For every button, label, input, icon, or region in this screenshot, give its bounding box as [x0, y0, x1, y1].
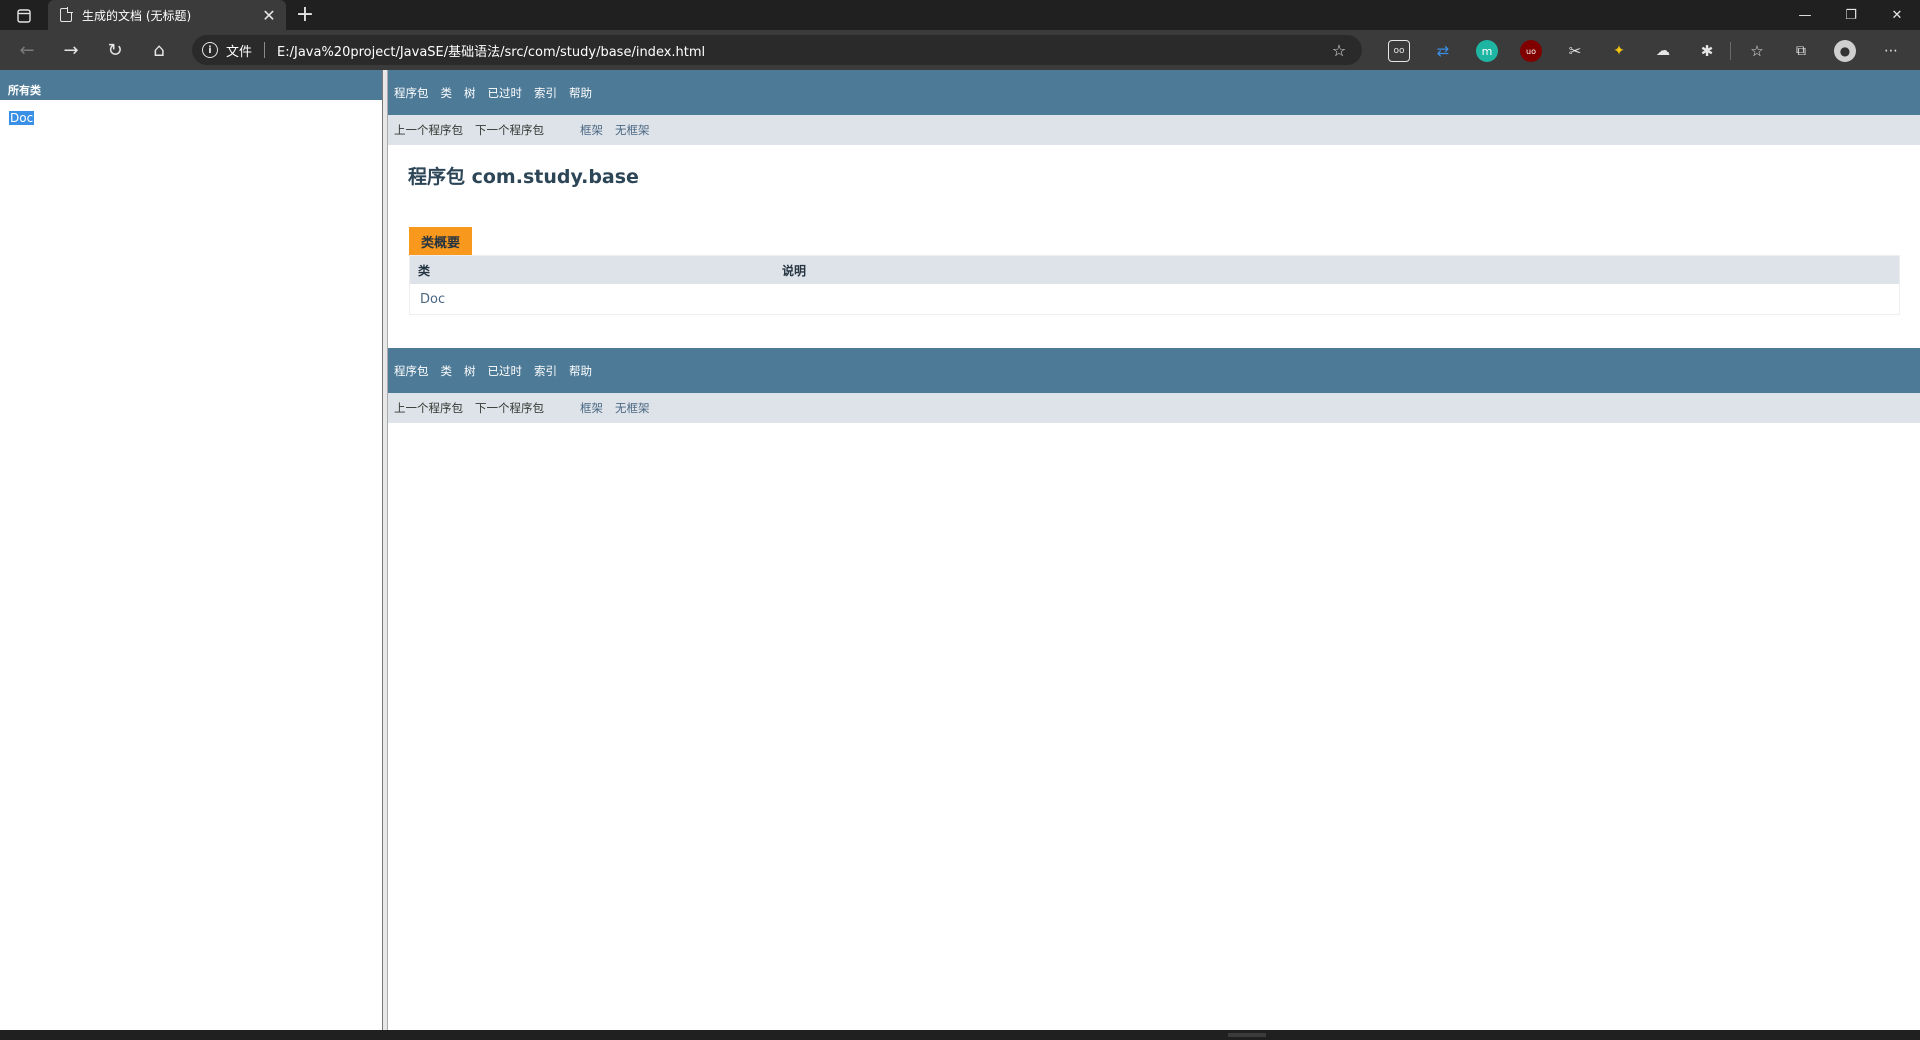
bottom-nav-deprecated[interactable]: 已过时 [488, 363, 523, 379]
window-close-icon[interactable]: ✕ [1874, 0, 1920, 30]
bottom-no-frames-link[interactable]: 无框架 [615, 400, 650, 416]
nav-deprecated[interactable]: 已过时 [488, 85, 523, 101]
refresh-icon[interactable]: ↻ [100, 36, 130, 64]
bottom-sub-nav-bar: 上一个程序包 下一个程序包 框架 无框架 [388, 393, 1920, 423]
class-link-doc-table[interactable]: Doc [410, 292, 782, 307]
nav-tree[interactable]: 树 [464, 85, 476, 101]
address-toolbar: ← → ↻ ⌂ i 文件 E:/Java%20project/JavaSE/基础… [0, 30, 1920, 70]
extension-5-icon[interactable]: ✂ [1564, 40, 1586, 62]
collections-icon[interactable]: ⧉ [1790, 40, 1812, 62]
star-add-icon[interactable]: ☆ [1330, 41, 1348, 60]
back-arrow-icon[interactable]: ← [12, 36, 42, 64]
nav-class: 类 [440, 85, 453, 100]
page-title: 程序包 com.study.base [408, 166, 639, 188]
table-header: 类 说明 [410, 256, 1899, 284]
extensions-icon[interactable]: ✱ [1696, 40, 1718, 62]
prev-package: 上一个程序包 [394, 123, 463, 137]
url-separator [264, 42, 266, 58]
favorites-icon[interactable]: ☆ [1746, 40, 1768, 62]
column-header-class: 类 [418, 263, 431, 278]
page-icon [60, 7, 73, 22]
table-row: Doc [410, 284, 1899, 314]
bottom-nav-class: 类 [440, 363, 453, 378]
nav-help[interactable]: 帮助 [569, 85, 592, 101]
bottom-next-package: 下一个程序包 [475, 401, 544, 415]
class-summary-table: 类 说明 Doc [409, 255, 1900, 315]
bottom-prev-package: 上一个程序包 [394, 401, 463, 415]
bottom-nav-help[interactable]: 帮助 [569, 363, 592, 379]
class-link-doc[interactable]: Doc [9, 111, 35, 125]
profile-avatar-icon[interactable]: ● [1834, 40, 1856, 62]
no-frames-link[interactable]: 无框架 [615, 122, 650, 138]
url-text[interactable]: E:/Java%20project/JavaSE/基础语法/src/com/st… [277, 41, 705, 60]
tab-title: 生成的文档 (无标题) [82, 8, 192, 23]
bottom-status-strip [0, 1030, 1920, 1040]
restore-icon[interactable]: ❐ [1828, 0, 1874, 30]
url-scheme-label: 文件 [226, 44, 253, 60]
extension-4-icon[interactable]: uo [1520, 40, 1542, 62]
extension-1-icon[interactable]: oo [1388, 40, 1410, 62]
url-box[interactable]: i 文件 E:/Java%20project/JavaSE/基础语法/src/c… [192, 35, 1362, 65]
minimize-icon[interactable]: — [1782, 0, 1828, 30]
all-classes-frame: 所有类 Doc [0, 70, 382, 1030]
next-package: 下一个程序包 [475, 123, 544, 137]
bottom-nav-bar: 程序包 类 树 已过时 索引 帮助 [388, 348, 1920, 393]
class-summary-caption: 类概要 [409, 227, 473, 255]
window-controls: — ❐ ✕ [1782, 0, 1920, 30]
extension-7-icon[interactable]: ☁ [1652, 40, 1674, 62]
info-icon[interactable]: i [202, 42, 218, 58]
column-header-description: 说明 [782, 263, 807, 278]
bottom-frames-link[interactable]: 框架 [580, 400, 603, 416]
nav-index[interactable]: 索引 [534, 85, 557, 101]
bottom-nav-index[interactable]: 索引 [534, 363, 557, 379]
bottom-nav-package: 程序包 [394, 363, 429, 378]
top-nav-bar: 程序包 类 树 已过时 索引 帮助 [388, 70, 1920, 115]
status-indicator [1228, 1033, 1266, 1037]
frames-link[interactable]: 框架 [580, 122, 603, 138]
browser-tab[interactable]: 生成的文档 (无标题) ✕ [48, 0, 286, 30]
page-viewport: 所有类 Doc 程序包 类 树 已过时 索引 帮助 上一个程序包 下一个程序包 … [0, 70, 1920, 1030]
close-icon[interactable]: ✕ [258, 4, 280, 26]
plus-icon[interactable]: + [293, 3, 317, 27]
nav-package: 程序包 [394, 85, 429, 100]
all-classes-header: 所有类 [0, 70, 382, 100]
extension-2-icon[interactable]: ⇄ [1432, 40, 1454, 62]
extension-6-icon[interactable]: ✦ [1608, 40, 1630, 62]
tab-actions-icon[interactable] [10, 6, 38, 26]
more-icon[interactable]: ⋯ [1880, 40, 1902, 62]
home-icon[interactable]: ⌂ [144, 36, 174, 64]
tab-bar: 生成的文档 (无标题) ✕ + — ❐ ✕ [0, 0, 1920, 30]
extension-3-icon[interactable]: m [1476, 40, 1498, 62]
package-frame: 程序包 类 树 已过时 索引 帮助 上一个程序包 下一个程序包 框架 无框架 程… [388, 70, 1920, 1030]
forward-arrow-icon[interactable]: → [56, 36, 86, 64]
sub-nav-bar: 上一个程序包 下一个程序包 框架 无框架 [388, 115, 1920, 145]
toolbar-separator [1730, 42, 1731, 60]
bottom-nav-tree[interactable]: 树 [464, 363, 476, 379]
